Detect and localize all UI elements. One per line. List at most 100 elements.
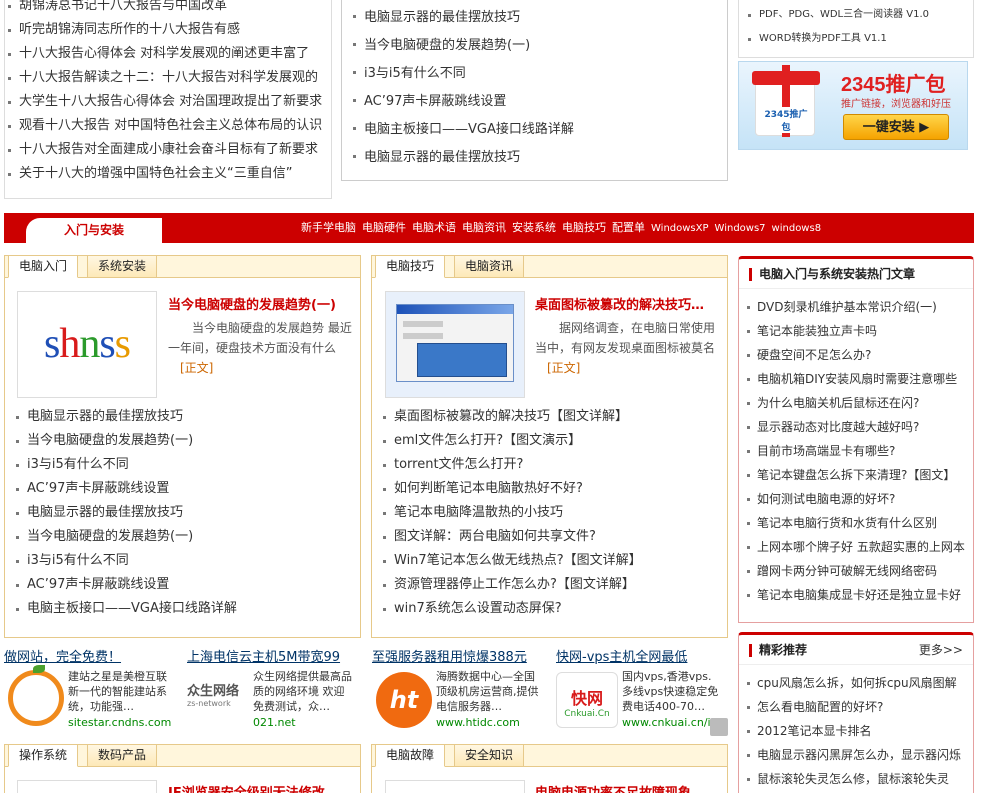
hot-article-link[interactable]: DVD刻录机维护基本常识介绍(一): [739, 295, 967, 319]
nav-link[interactable]: 电脑硬件: [362, 221, 406, 234]
list-item[interactable]: 十八大报告解读之十二：十八大报告对科学发展观的: [5, 66, 325, 90]
nav-link[interactable]: 电脑技巧: [562, 221, 606, 234]
article-link[interactable]: 笔记本电脑降温散热的小技巧: [380, 501, 722, 525]
read-more-link[interactable]: [正文]: [547, 361, 580, 375]
hot-article-link[interactable]: 如何测试电脑电源的好坏?: [739, 487, 967, 511]
download-item[interactable]: WORD转换为PDF工具 V1.1: [745, 27, 971, 51]
hot-article-link[interactable]: 笔记本电脑集成显卡好还是独立显卡好: [739, 583, 967, 607]
article-link[interactable]: 电脑显示器的最佳摆放技巧: [13, 501, 355, 525]
list-item[interactable]: 当今电脑硬盘的发展趋势(一): [350, 32, 720, 60]
nav-link[interactable]: 电脑术语: [412, 221, 456, 234]
list-item[interactable]: 电脑主板接口——VGA接口线路详解: [350, 116, 720, 144]
ad-title[interactable]: 上海电信云主机5M带宽99: [187, 650, 357, 666]
feature-thumbnail[interactable]: [17, 780, 157, 793]
tab-digital-products[interactable]: 数码产品: [87, 744, 158, 767]
article-link[interactable]: 电脑显示器的最佳摆放技巧: [13, 405, 355, 429]
article-link[interactable]: win7系统怎么设置动态屏保?: [380, 597, 722, 621]
hot-article-link[interactable]: 笔记本键盘怎么拆下来清理?【图文】: [739, 463, 967, 487]
article-link[interactable]: i3与i5有什么不同: [13, 549, 355, 573]
article-list: 电脑显示器的最佳摆放技巧 当今电脑硬盘的发展趋势(一) i3与i5有什么不同 AC’9…: [13, 405, 355, 621]
hot-article-link[interactable]: 为什么电脑关机后鼠标还在闪?: [739, 391, 967, 415]
article-link[interactable]: 当今电脑硬盘的发展趋势(一): [13, 525, 355, 549]
hot-article-link[interactable]: 蹭网卡两分钟可破解无线网络密码: [739, 559, 967, 583]
tab-faults[interactable]: 电脑故障: [375, 744, 446, 767]
feature-title[interactable]: 电脑电源功率不足故障现象…: [535, 782, 704, 793]
ad-url[interactable]: www.cnkuai.cn/idc: [622, 716, 722, 729]
list-item[interactable]: 电脑显示器的最佳摆放技巧: [350, 144, 720, 172]
nav-link[interactable]: 安装系统: [512, 221, 556, 234]
hot-article-link[interactable]: 笔记本电脑行货和水货有什么区别: [739, 511, 967, 535]
article-link[interactable]: 当今电脑硬盘的发展趋势(一): [13, 429, 355, 453]
nav-link[interactable]: 电脑资讯: [462, 221, 506, 234]
feature-thumbnail[interactable]: [385, 291, 525, 398]
article-link[interactable]: 图文详解：两台电脑如何共享文件?: [380, 525, 722, 549]
list-item[interactable]: 胡锦涛总书记十八大报告与中国改革: [5, 0, 325, 18]
hot-article-link[interactable]: 硬盘空间不足怎么办?: [739, 343, 967, 367]
hot-article-link[interactable]: 笔记本能装独立声卡吗: [739, 319, 967, 343]
list-item[interactable]: i3与i5有什么不同: [350, 60, 720, 88]
list-item[interactable]: 十八大报告心得体会 对科学发展观的阐述更丰富了: [5, 42, 325, 66]
banner-install-button[interactable]: 一键安装 ▶: [843, 114, 949, 140]
ad-title[interactable]: 快网-vps主机全网最低: [556, 650, 726, 666]
article-link[interactable]: AC’97声卡屏蔽跳线设置: [13, 573, 355, 597]
list-item[interactable]: AC’97声卡屏蔽跳线设置: [350, 88, 720, 116]
article-link[interactable]: 资源管理器停止工作怎么办?【图文详解】: [380, 573, 722, 597]
ad-htidc[interactable]: 至强服务器租用惊爆388元 ht 海腾数据中心—全国顶级机房运营商,提供电信服务…: [372, 650, 547, 735]
nav-link[interactable]: Windows7: [715, 223, 766, 234]
feature-title[interactable]: 当今电脑硬盘的发展趋势(一): [168, 294, 336, 313]
article-link[interactable]: 电脑主板接口——VGA接口线路详解: [13, 597, 355, 621]
article-link[interactable]: torrent文件怎么打开?: [380, 453, 722, 477]
recommend-link[interactable]: 2012笔记本显卡排名: [739, 719, 967, 743]
article-link[interactable]: i3与i5有什么不同: [13, 453, 355, 477]
article-link[interactable]: AC’97声卡屏蔽跳线设置: [13, 477, 355, 501]
gift-box-icon: 2345推广包: [752, 65, 820, 137]
section-nav-active-tab[interactable]: 入门与安装: [26, 218, 162, 243]
ad-cnkuai[interactable]: 快网-vps主机全网最低 快网 Cnkuai.Cn 国内vps,香港vps.多线…: [556, 650, 726, 735]
feature-thumbnail[interactable]: [385, 780, 525, 793]
hot-article-link[interactable]: 电脑机箱DIY安装风扇时需要注意哪些: [739, 367, 967, 391]
article-link[interactable]: eml文件怎么打开?【图文演示】: [380, 429, 722, 453]
list-item[interactable]: 观看十八大报告 对中国特色社会主义总体布局的认识: [5, 114, 325, 138]
download-item[interactable]: PDF、PDG、WDL三合一阅读器 V1.0: [745, 3, 971, 27]
tab-system-install[interactable]: 系统安装: [87, 255, 158, 278]
list-item[interactable]: 电脑显示器的最佳摆放技巧: [350, 4, 720, 32]
nav-link[interactable]: 新手学电脑: [301, 221, 356, 234]
tab-security[interactable]: 安全知识: [454, 744, 525, 767]
list-item[interactable]: 关于十八大的增强中国特色社会主义“三重自信”: [5, 162, 325, 186]
feature-title[interactable]: 桌面图标被篡改的解决技巧…: [535, 294, 704, 313]
tab-computer-intro[interactable]: 电脑入门: [8, 255, 79, 278]
recommend-link[interactable]: cpu风扇怎么拆，如何拆cpu风扇图解: [739, 671, 967, 695]
article-link[interactable]: 如何判断笔记本电脑散热好不好?: [380, 477, 722, 501]
nav-link[interactable]: 配置单: [612, 221, 645, 234]
nav-link[interactable]: windows8: [772, 223, 822, 234]
tab-os[interactable]: 操作系统: [8, 744, 79, 767]
ad-title[interactable]: 做网站，完全免费！: [4, 650, 182, 666]
promo-banner-2345[interactable]: 2345推广包 2345推广包 推广链接，浏览器和好压 一键安装 ▶: [738, 61, 968, 150]
ad-url[interactable]: 021.net: [253, 716, 296, 729]
hot-article-link[interactable]: 目前市场高端显卡有哪些?: [739, 439, 967, 463]
read-more-link[interactable]: [正文]: [180, 361, 213, 375]
recommend-link[interactable]: 鼠标滚轮失灵怎么修，鼠标滚轮失灵: [739, 767, 967, 791]
ad-sitestar[interactable]: 做网站，完全免费！ 建站之星是美橙互联新一代的智能建站系统，功能强… sites…: [4, 650, 182, 735]
hot-article-link[interactable]: 显示器动态对比度越大越好吗?: [739, 415, 967, 439]
feature-thumbnail[interactable]: shnss: [17, 291, 157, 398]
ad-url[interactable]: sitestar.cndns.com: [68, 716, 171, 729]
recommend-more-link[interactable]: 更多>>: [919, 635, 963, 665]
article-link[interactable]: Win7笔记本怎么做无线热点?【图文详解】: [380, 549, 722, 573]
recommend-link[interactable]: 电脑显示器闪黑屏怎么办，显示器闪烁: [739, 743, 967, 767]
scroll-to-top-icon[interactable]: [710, 718, 728, 736]
panel-computer-intro: 电脑入门 系统安装 shnss 当今电脑硬盘的发展趋势(一) 当今电脑硬盘的发展…: [4, 255, 361, 638]
list-item[interactable]: 听完胡锦涛同志所作的十八大报告有感: [5, 18, 325, 42]
list-item[interactable]: 十八大报告对全面建成小康社会奋斗目标有了新要求: [5, 138, 325, 162]
tab-computer-news[interactable]: 电脑资讯: [454, 255, 525, 278]
list-item[interactable]: 大学生十八大报告心得体会 对治国理政提出了新要求: [5, 90, 325, 114]
ad-zs-network[interactable]: 上海电信云主机5M带宽99 众生网络 zs-network 众生网络提供最高品质…: [187, 650, 357, 735]
recommend-link[interactable]: 怎么看电脑配置的好坏?: [739, 695, 967, 719]
tab-computer-tips[interactable]: 电脑技巧: [375, 255, 446, 278]
ad-url[interactable]: www.htidc.com: [436, 716, 520, 729]
nav-link[interactable]: WindowsXP: [651, 223, 709, 234]
article-link[interactable]: 桌面图标被篡改的解决技巧【图文详解】: [380, 405, 722, 429]
feature-title[interactable]: IE浏览器安全级别无法修改…: [168, 782, 338, 793]
ad-title[interactable]: 至强服务器租用惊爆388元: [372, 650, 547, 666]
hot-article-link[interactable]: 上网本哪个牌子好 五款超实惠的上网本: [739, 535, 967, 559]
